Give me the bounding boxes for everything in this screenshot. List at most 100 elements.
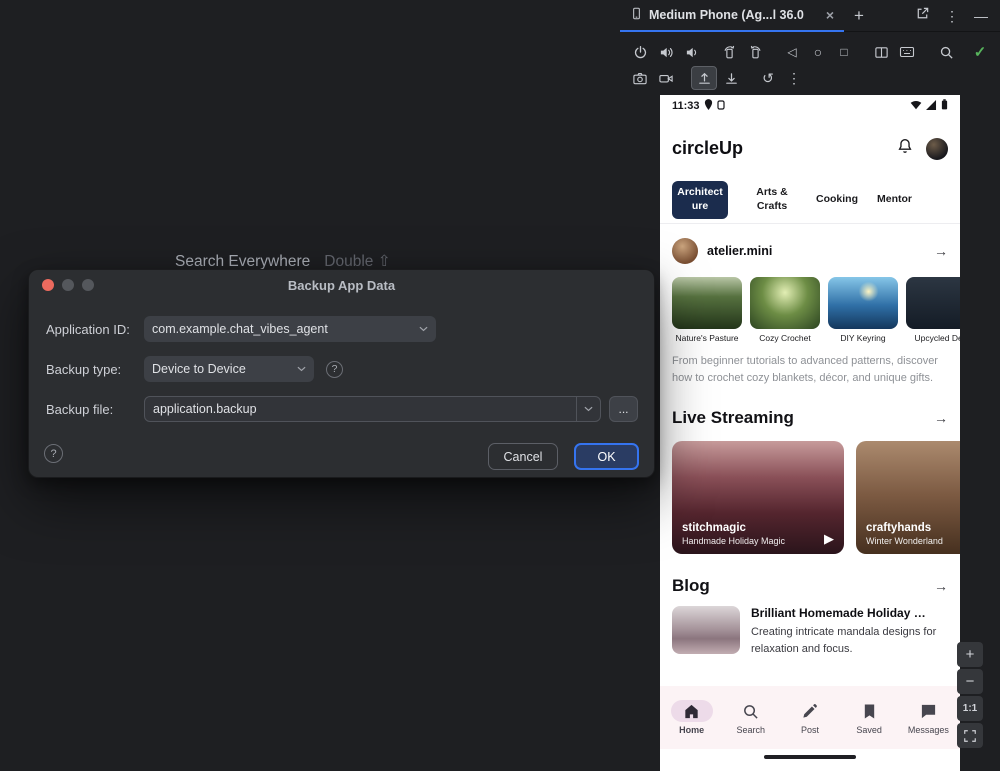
bottom-navigation: Home Search Post Saved Messages	[660, 686, 960, 749]
close-window-button[interactable]	[42, 279, 54, 291]
restore-download-icon[interactable]	[719, 67, 743, 89]
dialog-footer: ? Cancel OK	[29, 440, 654, 472]
project-card-label: Upcycled Den	[906, 333, 960, 343]
dialog-help-button[interactable]: ?	[44, 444, 63, 463]
backup-type-help-icon[interactable]: ?	[326, 361, 343, 378]
nav-search[interactable]: Search	[724, 700, 778, 735]
emulator-tab-title: Medium Phone (Ag...l 36.0	[649, 8, 820, 22]
minimize-window-button	[62, 279, 74, 291]
tab-arts-crafts[interactable]: Arts & Crafts	[747, 186, 797, 213]
blog-item[interactable]: Brilliant Homemade Holiday … Creating in…	[672, 606, 954, 657]
emulator-toolbar-row2: ↺ ⋮	[628, 66, 806, 90]
gesture-bar[interactable]	[764, 755, 856, 759]
backup-type-dropdown[interactable]: Device to Device	[144, 356, 314, 382]
tab-cooking[interactable]: Cooking	[816, 193, 858, 207]
project-card[interactable]: Upcycled Den	[906, 277, 960, 343]
search-icon	[730, 700, 772, 722]
tab-mentor[interactable]: Mentor	[877, 193, 912, 207]
rotate-left-icon[interactable]	[717, 41, 741, 63]
project-card[interactable]: Nature's Pasture	[672, 277, 742, 343]
rotate-right-icon[interactable]	[743, 41, 767, 63]
more-vert-icon[interactable]: ⋮	[782, 67, 806, 89]
browse-button[interactable]: ...	[609, 396, 638, 422]
chevron-down-icon[interactable]	[576, 397, 600, 421]
live-streaming-title: Live Streaming	[672, 408, 794, 428]
zoom-ratio-button[interactable]: 1:1	[957, 696, 983, 721]
power-icon[interactable]	[628, 41, 652, 63]
dialog-title: Backup App Data	[29, 270, 654, 293]
fold-device-icon[interactable]	[869, 41, 893, 63]
screen-record-icon[interactable]	[654, 67, 678, 89]
blog-item-description: Creating intricate mandala designs for r…	[751, 624, 954, 657]
emulator-tab[interactable]: Medium Phone (Ag...l 36.0 ×	[620, 0, 844, 32]
application-id-label: Application ID:	[46, 322, 130, 337]
project-card-label: Cozy Crochet	[750, 333, 820, 343]
backup-upload-icon[interactable]	[691, 66, 717, 90]
app-status-icon	[717, 100, 725, 113]
blog-title: Blog	[672, 576, 710, 596]
project-card-image	[672, 277, 742, 329]
play-icon[interactable]: ▶	[824, 532, 834, 545]
live-streaming-header: Live Streaming →	[672, 408, 948, 428]
nav-saved[interactable]: Saved	[842, 700, 896, 735]
status-bar: 11:33	[660, 95, 960, 117]
profile-avatar[interactable]	[926, 138, 948, 160]
zoom-out-button[interactable]: −	[957, 669, 983, 694]
location-status-icon	[704, 99, 713, 113]
nav-label: Home	[679, 725, 704, 735]
chevron-down-icon	[297, 366, 306, 372]
stream-info: craftyhands Winter Wonderland	[866, 522, 943, 546]
creator-arrow-icon[interactable]: →	[934, 244, 948, 258]
home-button-icon[interactable]: ○	[806, 41, 830, 63]
screenshot-camera-icon[interactable]	[628, 67, 652, 89]
nav-messages[interactable]: Messages	[901, 700, 955, 735]
battery-icon	[941, 99, 948, 113]
emulator-tab-bar: Medium Phone (Ag...l 36.0 × + ⋮ —	[620, 0, 1000, 32]
ready-check-icon: ✓	[968, 41, 992, 63]
stream-card-stitchmagic[interactable]: stitchmagic Handmade Holiday Magic ▶	[672, 441, 844, 554]
backup-file-value: application.backup	[145, 402, 576, 416]
overview-button-icon[interactable]: □	[832, 41, 856, 63]
zoom-search-icon[interactable]	[934, 41, 958, 63]
nav-home[interactable]: Home	[665, 700, 719, 735]
blog-arrow-icon[interactable]: →	[934, 579, 948, 593]
virtual-keyboard-icon[interactable]	[895, 41, 919, 63]
reset-icon[interactable]: ↺	[756, 67, 780, 89]
volume-up-icon[interactable]	[654, 41, 678, 63]
notifications-bell-icon[interactable]	[896, 137, 914, 160]
application-id-value: com.example.chat_vibes_agent	[152, 322, 413, 336]
application-id-dropdown[interactable]: com.example.chat_vibes_agent	[144, 316, 436, 342]
panel-more-options-icon[interactable]: ⋮	[945, 9, 959, 23]
cancel-button[interactable]: Cancel	[488, 443, 558, 470]
blog-thumbnail	[672, 606, 740, 654]
search-everywhere-shortcut: Double ⇧	[324, 253, 390, 270]
creator-row[interactable]: atelier.mini →	[672, 238, 948, 264]
tab-architecture[interactable]: Architecture	[672, 181, 728, 218]
project-card-label: DIY Keyring	[828, 333, 898, 343]
nav-post[interactable]: Post	[783, 700, 837, 735]
project-card[interactable]: DIY Keyring	[828, 277, 898, 343]
back-button-icon[interactable]: ◁	[780, 41, 804, 63]
project-card-image	[750, 277, 820, 329]
ok-button[interactable]: OK	[574, 443, 639, 470]
backup-file-row: Backup file: application.backup ...	[29, 396, 654, 422]
open-in-window-icon[interactable]	[915, 6, 930, 26]
zoom-in-button[interactable]: +	[957, 642, 983, 667]
nav-label: Search	[737, 725, 766, 735]
signal-icon	[926, 100, 937, 113]
status-time: 11:33	[672, 100, 700, 112]
emulator-toolbar-row1: ◁ ○ □ ✓	[628, 40, 992, 64]
volume-down-icon[interactable]	[680, 41, 704, 63]
new-tab-button[interactable]: +	[854, 7, 864, 24]
backup-type-value: Device to Device	[152, 362, 291, 376]
project-card[interactable]: Cozy Crochet	[750, 277, 820, 343]
app-header: circleUp	[660, 137, 960, 160]
backup-file-combobox[interactable]: application.backup	[144, 396, 601, 422]
creator-avatar[interactable]	[672, 238, 698, 264]
fit-screen-button[interactable]	[957, 723, 983, 748]
stream-card-craftyhands[interactable]: craftyhands Winter Wonderland	[856, 441, 960, 554]
live-streaming-arrow-icon[interactable]: →	[934, 411, 948, 425]
tab-close-icon[interactable]: ×	[826, 8, 834, 22]
zoom-window-button	[82, 279, 94, 291]
hide-panel-icon[interactable]: —	[974, 9, 988, 23]
